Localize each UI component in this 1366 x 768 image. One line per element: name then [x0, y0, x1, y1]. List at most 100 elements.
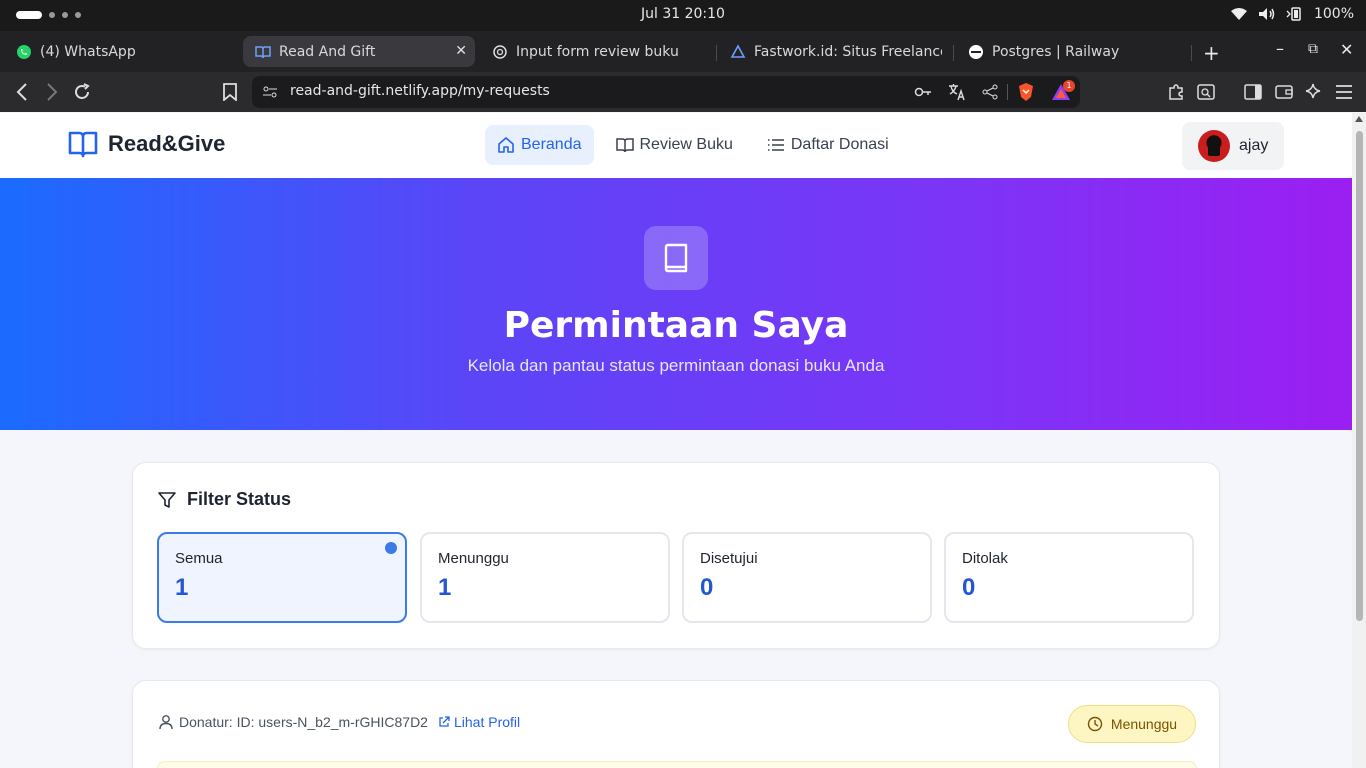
user-name: ajay — [1239, 137, 1269, 154]
battery-level: 100% — [1313, 6, 1354, 22]
donor-id: Donatur: ID: users-N_b2_m-rGHIC87D2 — [179, 714, 428, 730]
reload-icon — [75, 83, 90, 99]
status-count: 1 — [438, 574, 452, 601]
battery-icon — [1286, 7, 1301, 21]
railway-icon — [968, 44, 984, 60]
scroll-up-icon[interactable] — [1355, 116, 1363, 122]
nav-review-buku[interactable]: Review Buku — [604, 125, 745, 165]
back-icon — [16, 83, 27, 101]
book-icon — [255, 44, 271, 60]
tab-whatsapp[interactable]: (4) WhatsApp — [12, 36, 237, 67]
site-settings-icon[interactable] — [262, 84, 278, 100]
back-button[interactable] — [12, 82, 32, 102]
menu-button[interactable] — [1334, 82, 1354, 102]
book-open-icon — [615, 138, 634, 153]
tab-separator — [1191, 45, 1192, 61]
share-icon[interactable] — [982, 84, 998, 100]
nav-daftar-donasi[interactable]: Daftar Donasi — [755, 125, 901, 165]
leo-ai-button[interactable] — [1304, 82, 1324, 102]
status-label: Ditolak — [962, 550, 1008, 567]
status-badge-label: Menunggu — [1110, 716, 1178, 732]
hero-banner: Permintaan Saya Kelola dan pantau status… — [0, 178, 1352, 430]
minimize-button[interactable]: – — [1276, 39, 1284, 58]
request-detail-panel — [157, 761, 1197, 768]
nav-label: Beranda — [521, 136, 582, 153]
url-text: read-and-gift.netlify.app/my-requests — [290, 83, 550, 99]
selected-indicator — [385, 542, 397, 554]
tab-search-icon — [1197, 84, 1215, 100]
status-count: 0 — [962, 574, 976, 601]
sidebar-button[interactable] — [1243, 82, 1263, 102]
window-close-button[interactable]: ✕ — [1340, 40, 1353, 59]
user-menu[interactable]: ajay — [1182, 122, 1284, 170]
filter-ditolak[interactable]: Ditolak 0 — [944, 532, 1194, 623]
brand-logo[interactable]: Read&Give — [68, 130, 225, 158]
donor-info: Donatur: ID: users-N_b2_m-rGHIC87D2 Liha… — [159, 714, 520, 730]
brave-shields-icon[interactable] — [1017, 82, 1035, 102]
rewards-badge: 1 — [1063, 80, 1075, 92]
page-title: Permintaan Saya — [503, 305, 849, 346]
wallet-button[interactable] — [1274, 82, 1294, 102]
tab-separator — [953, 45, 954, 61]
filter-disetujui[interactable]: Disetujui 0 — [682, 532, 932, 623]
openai-icon — [492, 44, 508, 60]
status-count: 0 — [700, 574, 714, 601]
tab-fastwork[interactable]: Fastwork.id: Situs Freelance — [730, 36, 942, 67]
tab-separator — [716, 45, 717, 61]
tab-label: (4) WhatsApp — [40, 43, 136, 60]
filter-card: Filter Status Semua 1 Menunggu 1 Disetuj… — [132, 462, 1220, 649]
volume-icon — [1258, 8, 1275, 20]
filter-semua[interactable]: Semua 1 — [157, 532, 407, 623]
nav-beranda[interactable]: Beranda — [485, 125, 594, 165]
tab-label: Postgres | Railway — [992, 43, 1120, 60]
site-header: Read&Give Beranda Review Buku Daftar Don… — [0, 113, 1352, 178]
fastwork-icon — [730, 43, 746, 60]
main-nav: Beranda Review Buku Daftar Donasi — [485, 125, 901, 165]
system-clock[interactable]: Jul 31 20:10 — [0, 6, 1366, 22]
request-card: Donatur: ID: users-N_b2_m-rGHIC87D2 Liha… — [132, 680, 1220, 768]
bookmark-button[interactable] — [220, 82, 240, 102]
page-subtitle: Kelola dan pantau status permintaan dona… — [467, 356, 885, 375]
tab-postgres[interactable]: Postgres | Railway — [968, 36, 1168, 67]
forward-icon — [47, 83, 58, 101]
home-icon — [498, 137, 514, 153]
close-icon[interactable]: ✕ — [455, 43, 467, 59]
scrollbar-thumb[interactable] — [1356, 131, 1363, 621]
browser-toolbar: read-and-gift.netlify.app/my-requests 1 — [0, 72, 1366, 112]
clock-icon — [1087, 716, 1103, 732]
puzzle-icon — [1169, 84, 1183, 100]
tab-search-button[interactable] — [1196, 82, 1216, 102]
system-status-area[interactable]: 100% — [1230, 6, 1354, 22]
address-bar[interactable]: read-and-gift.netlify.app/my-requests 1 — [252, 76, 1080, 108]
whatsapp-icon — [16, 44, 32, 60]
extensions-button[interactable] — [1166, 82, 1186, 102]
page-scrollbar[interactable] — [1352, 113, 1366, 768]
tab-read-and-gift[interactable]: Read And Gift ✕ — [243, 36, 475, 67]
tab-input-form[interactable]: Input form review buku — [492, 36, 702, 67]
web-page: Read&Give Beranda Review Buku Daftar Don… — [0, 113, 1352, 768]
avatar — [1198, 130, 1230, 162]
filter-menunggu[interactable]: Menunggu 1 — [420, 532, 670, 623]
url-divider — [1007, 84, 1008, 100]
book-open-icon — [68, 131, 98, 158]
forward-button[interactable] — [42, 82, 62, 102]
external-link-icon — [439, 716, 450, 727]
os-top-bar: Jul 31 20:10 100% — [0, 0, 1366, 31]
filter-title: Filter Status — [187, 489, 292, 509]
reload-button[interactable] — [72, 82, 92, 102]
view-profile-label: Lihat Profil — [453, 714, 521, 730]
user-icon — [159, 715, 173, 730]
tab-label: Read And Gift — [279, 43, 376, 60]
filter-icon — [158, 491, 176, 508]
key-icon[interactable] — [914, 84, 932, 100]
wifi-icon — [1230, 8, 1247, 20]
translate-icon[interactable] — [948, 83, 966, 101]
tab-label: Input form review buku — [516, 43, 679, 60]
status-label: Menunggu — [438, 550, 509, 567]
book-icon — [644, 226, 708, 290]
maximize-button[interactable]: ⧉ — [1308, 41, 1318, 57]
new-tab-button[interactable]: + — [1203, 41, 1220, 65]
view-profile-link[interactable]: Lihat Profil — [438, 714, 520, 730]
list-icon — [767, 139, 784, 151]
filter-header: Filter Status — [157, 489, 291, 510]
